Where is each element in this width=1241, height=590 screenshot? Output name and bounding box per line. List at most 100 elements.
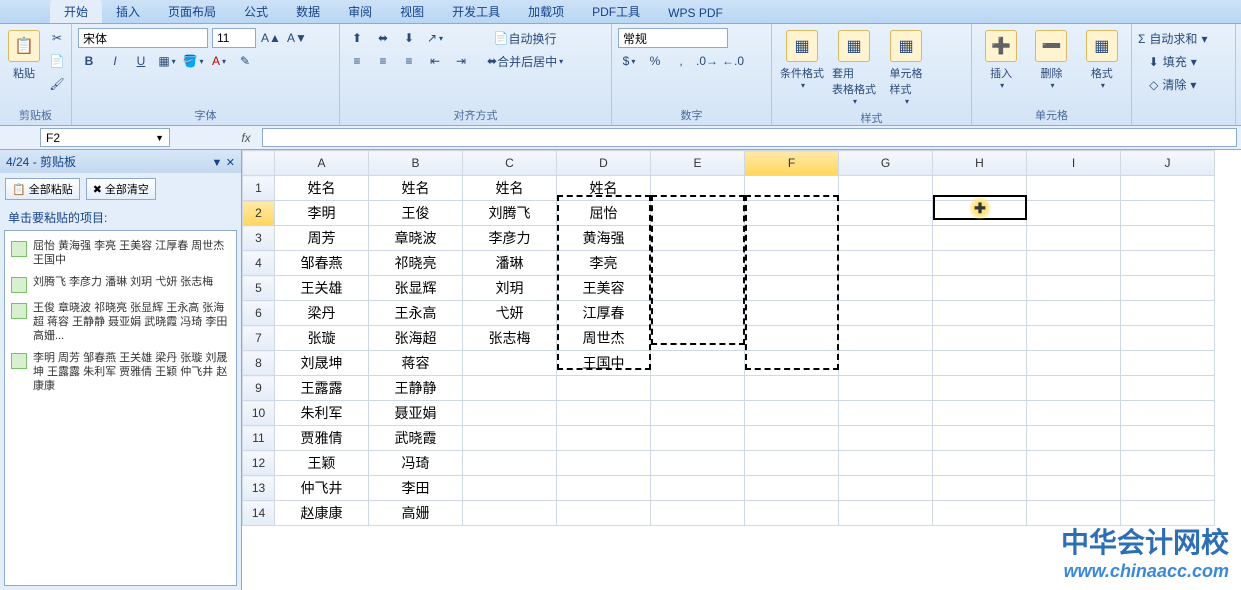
font-size-select[interactable] [212,28,256,48]
tab-wpspdf[interactable]: WPS PDF [654,3,737,23]
cell[interactable] [839,401,933,426]
comma-button[interactable]: , [670,51,692,71]
cell[interactable]: 梁丹 [275,301,369,326]
cell[interactable]: 黄海强 [557,226,651,251]
cell[interactable] [933,426,1027,451]
indent-inc-button[interactable]: ⇥ [450,51,472,71]
cell[interactable] [839,301,933,326]
tab-view[interactable]: 视图 [386,0,438,23]
cell[interactable]: 李田 [369,476,463,501]
cell[interactable] [745,276,839,301]
cell[interactable] [557,426,651,451]
row-header-11[interactable]: 11 [243,426,275,451]
cell[interactable] [463,451,557,476]
inc-decimal-button[interactable]: .0→ [696,51,718,71]
font-color-button[interactable]: A [208,51,230,71]
cell[interactable] [745,251,839,276]
clear-button[interactable]: ◇ 清除 ▾ [1149,75,1196,94]
align-bottom-button[interactable]: ⬇ [398,28,420,48]
cell[interactable] [839,351,933,376]
cell[interactable] [839,176,933,201]
tab-data[interactable]: 数据 [282,0,334,23]
paste-button[interactable]: 📋 粘贴 [6,28,42,83]
cell[interactable]: 赵康康 [275,501,369,526]
cell[interactable] [1121,276,1215,301]
col-header-H[interactable]: H [933,151,1027,176]
row-header-3[interactable]: 3 [243,226,275,251]
cell[interactable]: 刘腾飞 [463,201,557,226]
col-header-E[interactable]: E [651,151,745,176]
cut-button[interactable]: ✂ [46,28,68,48]
col-header-B[interactable]: B [369,151,463,176]
cell[interactable] [933,276,1027,301]
cell[interactable] [839,476,933,501]
cell[interactable] [933,351,1027,376]
row-header-8[interactable]: 8 [243,351,275,376]
cell[interactable] [1121,376,1215,401]
table-format-button[interactable]: ▦套用 表格格式 [830,28,878,108]
select-all-corner[interactable] [243,151,275,176]
delete-button[interactable]: ➖删除 [1028,28,1074,92]
cell[interactable] [651,451,745,476]
cell[interactable]: 王国中 [557,351,651,376]
row-header-9[interactable]: 9 [243,376,275,401]
align-middle-button[interactable]: ⬌ [372,28,394,48]
tab-layout[interactable]: 页面布局 [154,0,230,23]
cell[interactable] [1027,476,1121,501]
fill-color-button[interactable]: 🪣 [182,51,204,71]
font-name-select[interactable] [78,28,208,48]
cell[interactable] [745,501,839,526]
cell[interactable]: 江厚春 [557,301,651,326]
row-header-4[interactable]: 4 [243,251,275,276]
cell[interactable]: 潘琳 [463,251,557,276]
cell[interactable] [651,501,745,526]
cell[interactable] [651,401,745,426]
clipboard-item[interactable]: 王俊 章晓波 祁晓亮 张显辉 王永高 张海超 蒋容 王静静 聂亚娟 武晓霞 冯琦… [9,297,232,347]
cell[interactable] [933,451,1027,476]
row-header-13[interactable]: 13 [243,476,275,501]
cell[interactable]: 姓名 [557,176,651,201]
cell[interactable]: 武晓霞 [369,426,463,451]
cell[interactable] [1121,426,1215,451]
cell[interactable] [1027,201,1121,226]
fill-button[interactable]: ⬇ 填充 ▾ [1149,52,1197,71]
cell[interactable] [1027,426,1121,451]
cell[interactable] [651,301,745,326]
cell[interactable] [463,401,557,426]
cell[interactable] [1027,401,1121,426]
cell[interactable]: 王美容 [557,276,651,301]
cell[interactable]: 刘晟坤 [275,351,369,376]
clear-all-button[interactable]: ✖ 全部清空 [86,178,156,200]
tab-pdf[interactable]: PDF工具 [578,0,654,23]
cell[interactable] [745,176,839,201]
cell[interactable] [933,476,1027,501]
cell[interactable] [651,326,745,351]
cond-format-button[interactable]: ▦条件格式 [778,28,826,92]
row-header-14[interactable]: 14 [243,501,275,526]
cell[interactable] [1121,351,1215,376]
cell[interactable]: 王静静 [369,376,463,401]
cell[interactable] [839,226,933,251]
clipboard-item[interactable]: 屈怡 黄海强 李亮 王美容 江厚春 周世杰 王国中 [9,235,232,271]
cell[interactable] [839,326,933,351]
cell[interactable]: 李亮 [557,251,651,276]
align-right-button[interactable]: ≡ [398,51,420,71]
clipboard-close[interactable]: ✕ [226,157,235,169]
col-header-F[interactable]: F [745,151,839,176]
orientation-button[interactable]: ↗ [424,28,446,48]
dec-decimal-button[interactable]: ←.0 [722,51,744,71]
tab-review[interactable]: 审阅 [334,0,386,23]
cell[interactable]: 王关雄 [275,276,369,301]
percent-button[interactable]: % [644,51,666,71]
cell[interactable] [839,501,933,526]
cell[interactable] [745,326,839,351]
row-header-10[interactable]: 10 [243,401,275,426]
col-header-I[interactable]: I [1027,151,1121,176]
cell[interactable] [933,501,1027,526]
cell-style-button[interactable]: ▦单元格 样式 [882,28,930,108]
cell[interactable] [1121,176,1215,201]
tab-dev[interactable]: 开发工具 [438,0,514,23]
autosum-button[interactable]: Σ 自动求和 ▾ [1138,29,1207,48]
cell[interactable]: 仲飞井 [275,476,369,501]
cell[interactable] [839,251,933,276]
